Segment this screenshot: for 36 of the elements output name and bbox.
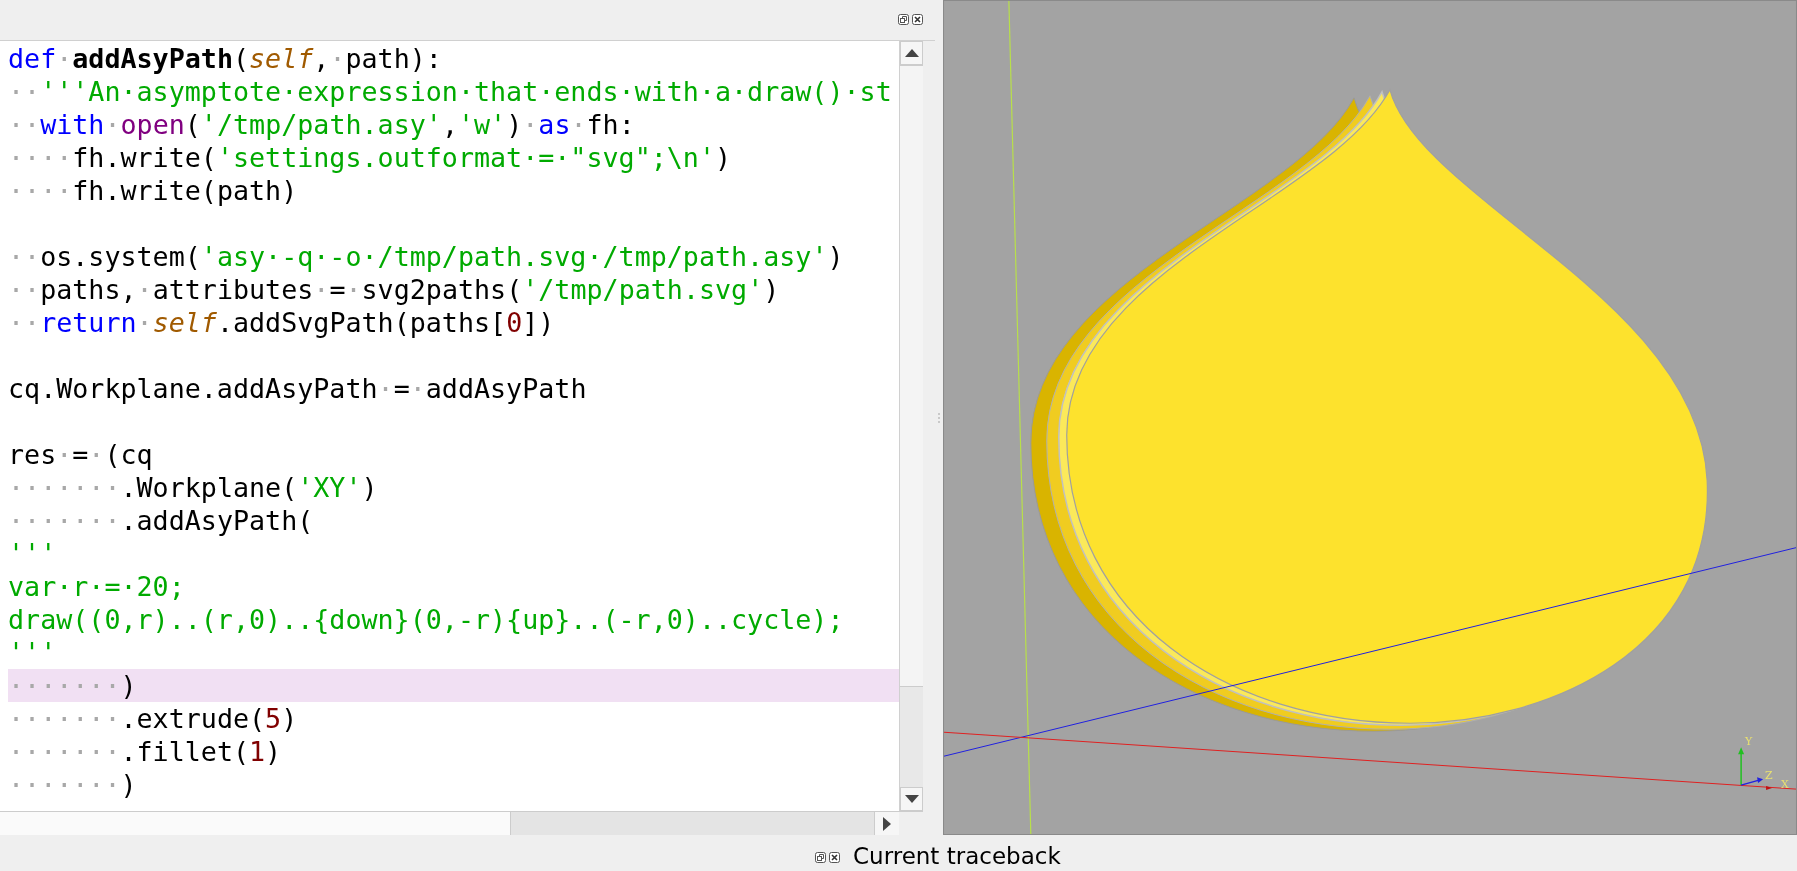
- code-line: ·······.extrude(5): [8, 701, 299, 735]
- code-line: ····fh.write(path): [8, 173, 299, 207]
- axis-triad-icon: [1738, 747, 1773, 791]
- code-line: ··return·self.addSvgPath(paths[0]): [8, 305, 556, 339]
- code-line: ··os.system('asy·-q·-o·/tmp/path.svg·/tmp/path.asy'): [8, 239, 845, 273]
- code-line: ·······.fillet(1): [8, 734, 283, 768]
- code-line: cq.Workplane.addAsyPath·=·addAsyPath: [8, 371, 588, 405]
- code-line: ''': [8, 536, 58, 570]
- code-line: ·······): [8, 767, 138, 801]
- axis-label: X: [1781, 778, 1789, 792]
- close-icon[interactable]: [829, 852, 840, 863]
- axis-label: Y: [1745, 735, 1753, 749]
- code-line: draw((0,r)..(r,0)..{down}(0,-r){up}..(-r,0)..cycle);: [8, 602, 845, 636]
- 3d-viewport[interactable]: Y Z X: [944, 1, 1796, 834]
- down-arrow-icon[interactable]: [904, 795, 919, 804]
- code-line: ·······.addAsyPath(: [8, 503, 315, 537]
- code-line: var·r·=·20;: [8, 569, 186, 603]
- panel-title: Current traceback: [853, 842, 1061, 870]
- code-line: ····fh.write('settings.outformat·=·"svg";\n'): [8, 140, 733, 174]
- scroll-right-button[interactable]: [874, 812, 899, 835]
- code-line: ''': [8, 635, 58, 669]
- code-line: res·=·(cq: [8, 437, 154, 471]
- code-line: ··with·open('/tmp/path.asy','w')·as·fh:: [8, 107, 636, 141]
- float-icon[interactable]: [815, 852, 826, 863]
- vertical-scrollbar[interactable]: [899, 40, 923, 812]
- code-line: def·addAsyPath(self,·path):: [8, 41, 443, 75]
- code-line: ··paths,·attributes·=·svg2paths('/tmp/path.svg'): [8, 272, 781, 306]
- up-arrow-icon[interactable]: [904, 48, 919, 57]
- horizontal-scrollbar[interactable]: [0, 811, 923, 835]
- float-icon[interactable]: [898, 14, 909, 26]
- code-line: ··'''An·asymptote·expression·that·ends·with·a·draw()·st: [8, 74, 893, 108]
- axis-label: Z: [1765, 769, 1773, 783]
- right-arrow-icon: [883, 816, 891, 831]
- code-editor[interactable]: [0, 40, 899, 812]
- close-icon[interactable]: [912, 14, 923, 26]
- code-line: ·······.Workplane('XY'): [8, 470, 379, 504]
